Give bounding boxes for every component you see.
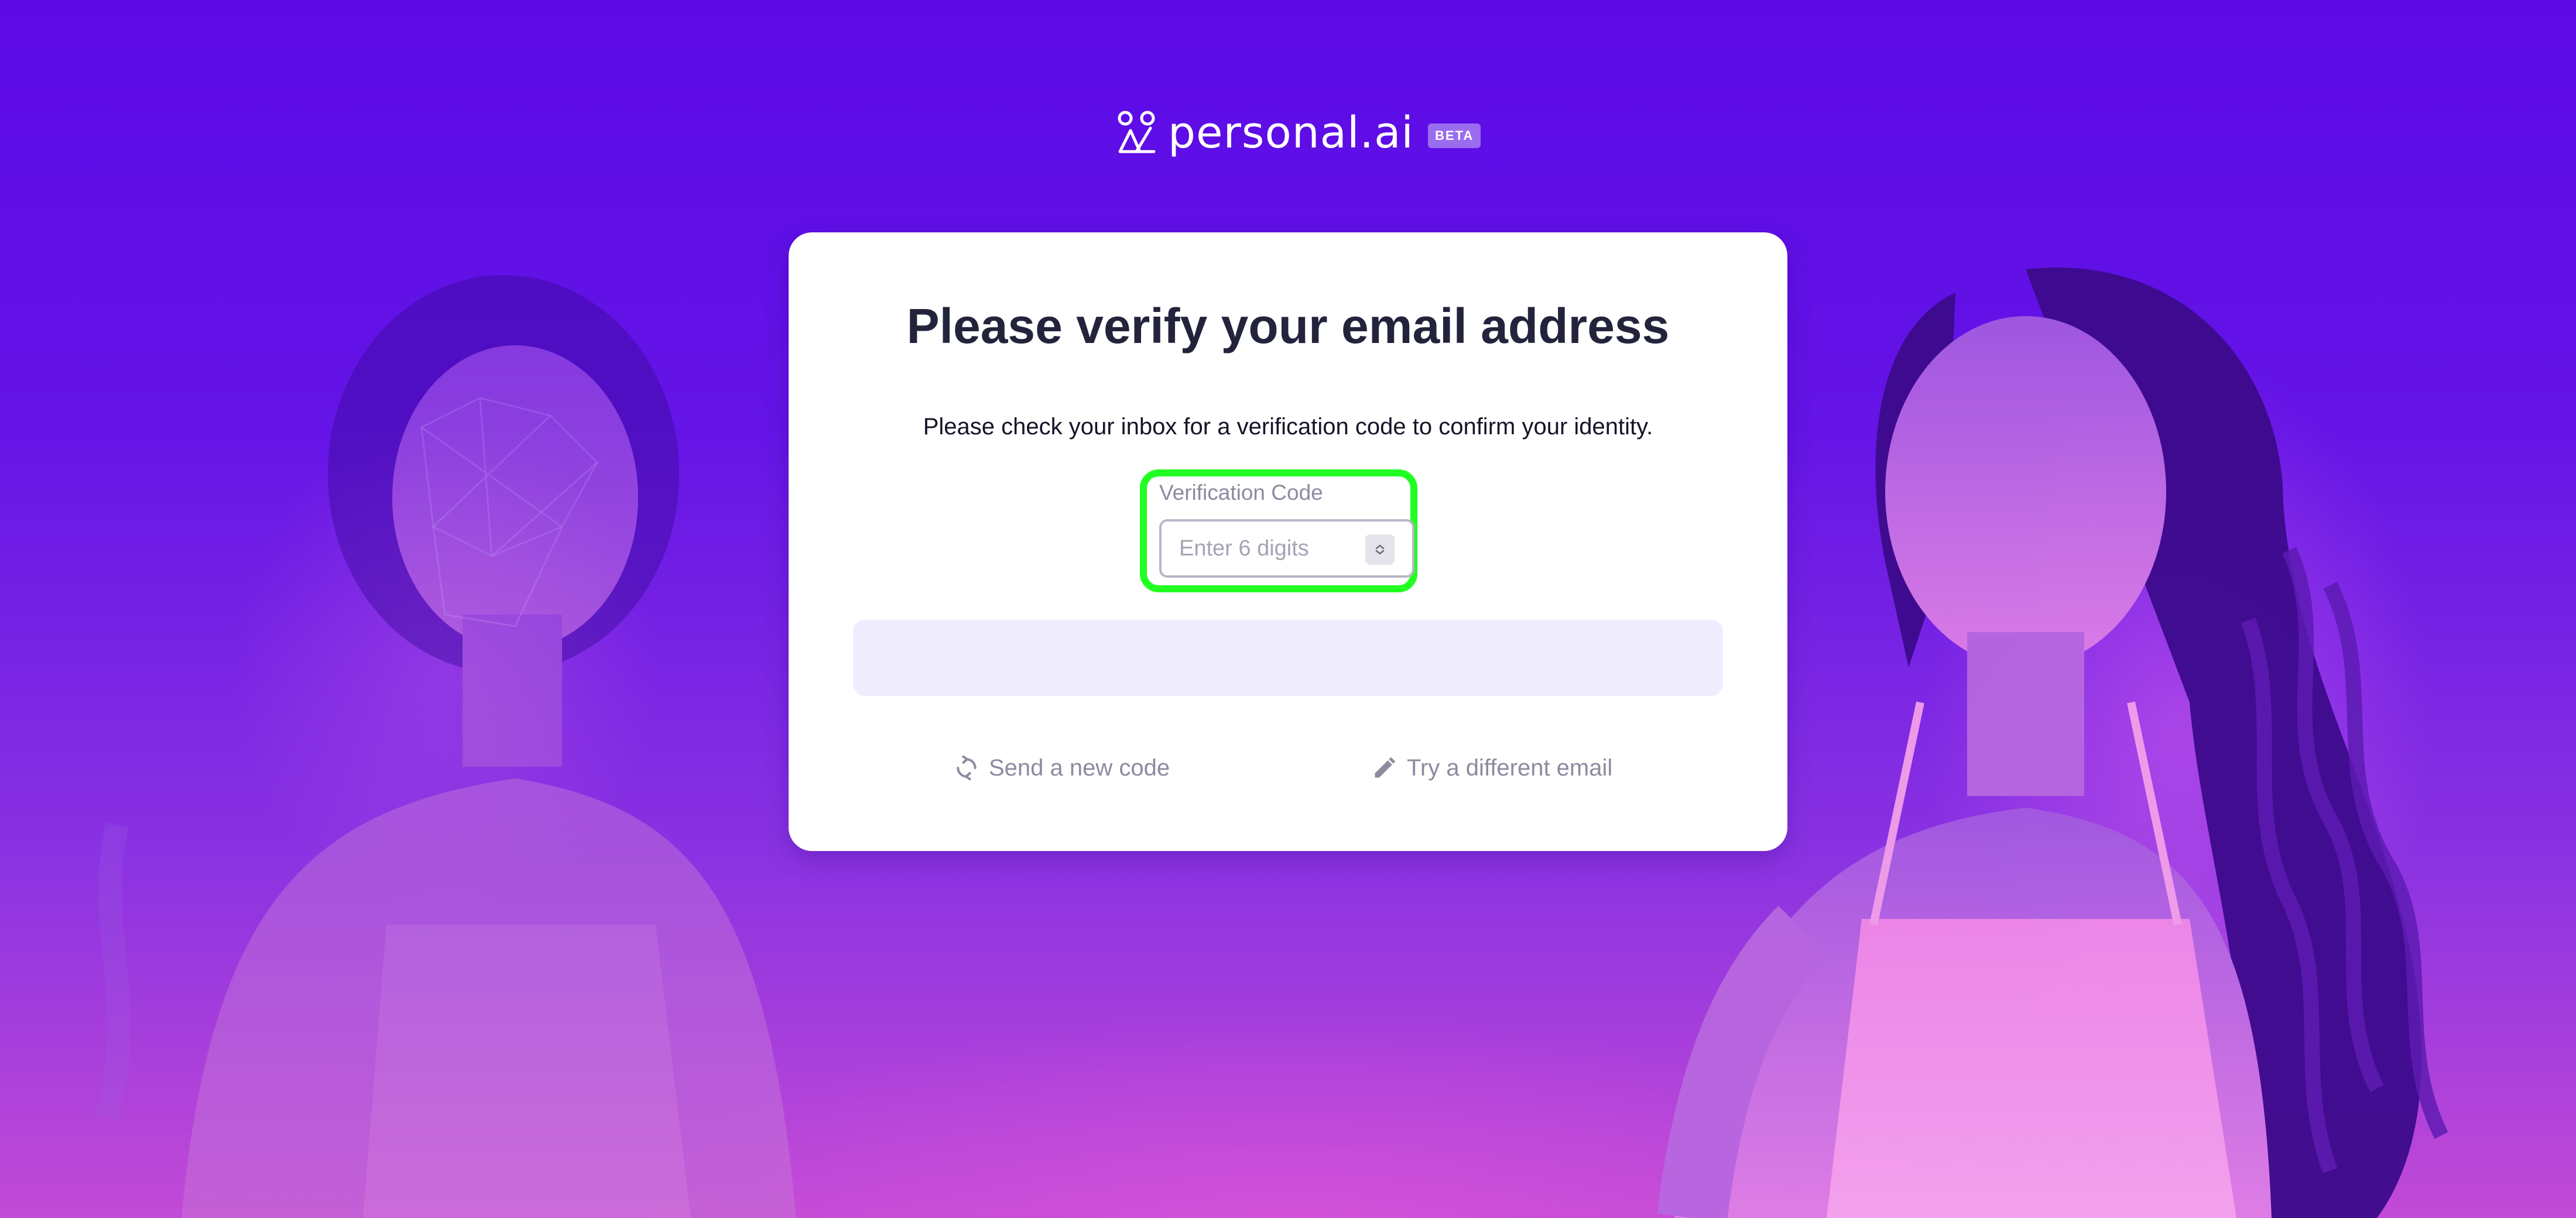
send-new-code-label: Send a new code <box>989 754 1170 781</box>
beta-badge: BETA <box>1428 123 1481 148</box>
pencil-icon <box>1375 757 1396 778</box>
brand-logo: personal.ai BETA <box>1115 107 1481 159</box>
verification-code-input[interactable] <box>1179 521 1355 575</box>
verify-instructions: Please check your inbox for a verificati… <box>923 414 1653 440</box>
page-title: Please verify your email address <box>906 299 1670 354</box>
try-different-email-label: Try a different email <box>1407 754 1613 781</box>
send-new-code-link[interactable]: Send a new code <box>954 750 1170 785</box>
brand-logo-icon <box>1118 111 1156 153</box>
verification-code-label: Verification Code <box>1159 481 1323 505</box>
stepper-chevrons-icon <box>1375 544 1385 555</box>
background-portrait-left <box>35 252 796 1218</box>
refresh-icon <box>957 755 977 781</box>
verification-code-field[interactable] <box>1159 519 1414 578</box>
try-different-email-link[interactable]: Try a different email <box>1372 750 1612 785</box>
code-stepper[interactable] <box>1365 534 1395 565</box>
brand-name: personal.ai <box>1168 108 1414 158</box>
verify-button[interactable] <box>853 620 1723 696</box>
verify-email-card: Please verify your email address Please … <box>789 232 1787 851</box>
